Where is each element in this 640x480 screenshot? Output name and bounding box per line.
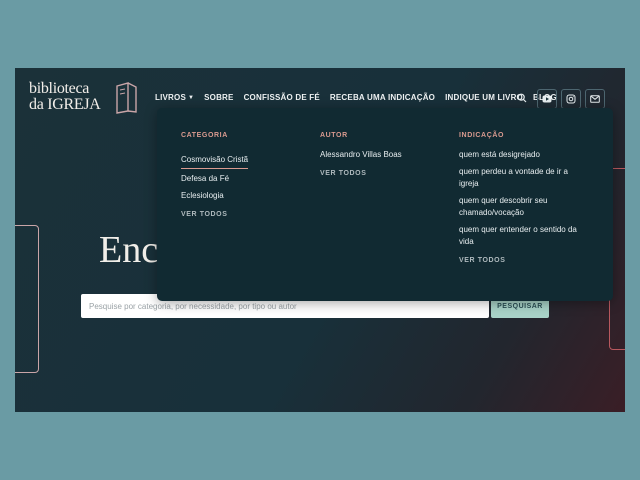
youtube-button[interactable] [537, 89, 557, 109]
menu-item-chamado-vocacao[interactable]: quem quer descobrir seu chamado/vocação [459, 195, 587, 219]
logo-line-2: da IGREJA [29, 96, 101, 113]
mail-icon [590, 95, 600, 103]
menu-item-cosmovisao-crista[interactable]: Cosmovisão Cristã [181, 154, 249, 169]
dropdown-column-indicacao: INDICAÇÃO quem está desigrejado quem per… [459, 132, 587, 264]
chevron-down-icon: ▼ [187, 94, 195, 101]
livros-dropdown-menu: CATEGORIA Cosmovisão Cristã Defesa da Fé… [157, 108, 613, 301]
menu-item-perdeu-vontade[interactable]: quem perdeu a vontade de ir a igreja [459, 166, 587, 190]
column-title-categoria: CATEGORIA [181, 132, 228, 139]
hero-title: Enc [99, 229, 159, 271]
dropdown-column-autor: AUTOR Alessandro Villas Boas VER TODOS [320, 132, 445, 177]
dropdown-column-categoria: CATEGORIA Cosmovisão Cristã Defesa da Fé… [181, 132, 301, 218]
see-all-autor-link[interactable]: VER TODOS [320, 170, 445, 177]
nav-item-receba-uma-indicacao[interactable]: RECEBA UMA INDICAÇÃO [330, 93, 435, 102]
instagram-button[interactable] [561, 89, 581, 109]
see-all-indicacao-link[interactable]: VER TODOS [459, 257, 587, 264]
menu-item-sentido-da-vida[interactable]: quem quer entender o sentido da vida [459, 224, 587, 248]
nav-item-confissao-de-fe[interactable]: CONFISSÃO DE FÉ [244, 93, 320, 102]
site-logo[interactable]: biblioteca da IGREJA [29, 80, 139, 114]
column-title-autor: AUTOR [320, 132, 348, 139]
main-nav: LIVROS ▼ SOBRE CONFISSÃO DE FÉ RECEBA UM… [155, 93, 567, 102]
book-icon [116, 82, 137, 114]
instagram-icon [566, 94, 576, 104]
mail-button[interactable] [585, 89, 605, 109]
menu-item-alessandro-villas-boas[interactable]: Alessandro Villas Boas [320, 149, 445, 161]
nav-item-label: LIVROS [155, 93, 186, 102]
youtube-icon [542, 95, 552, 103]
search-icon [517, 93, 527, 103]
column-title-indicacao: INDICAÇÃO [459, 132, 505, 139]
see-all-categoria-link[interactable]: VER TODOS [181, 211, 301, 218]
nav-item-sobre[interactable]: SOBRE [204, 93, 233, 102]
browser-viewport: biblioteca da IGREJA LIVROS ▼ SOBRE CONF… [15, 68, 625, 412]
menu-item-defesa-da-fe[interactable]: Defesa da Fé [181, 173, 301, 185]
decorative-frame-left [15, 225, 39, 373]
nav-item-livros[interactable]: LIVROS ▼ [155, 93, 194, 102]
menu-item-desigrejado[interactable]: quem está desigrejado [459, 149, 587, 161]
search-button[interactable] [513, 89, 531, 107]
nav-item-indique-um-livro[interactable]: INDIQUE UM LIVRO [445, 93, 523, 102]
menu-item-eclesiologia[interactable]: Eclesiologia [181, 190, 301, 202]
